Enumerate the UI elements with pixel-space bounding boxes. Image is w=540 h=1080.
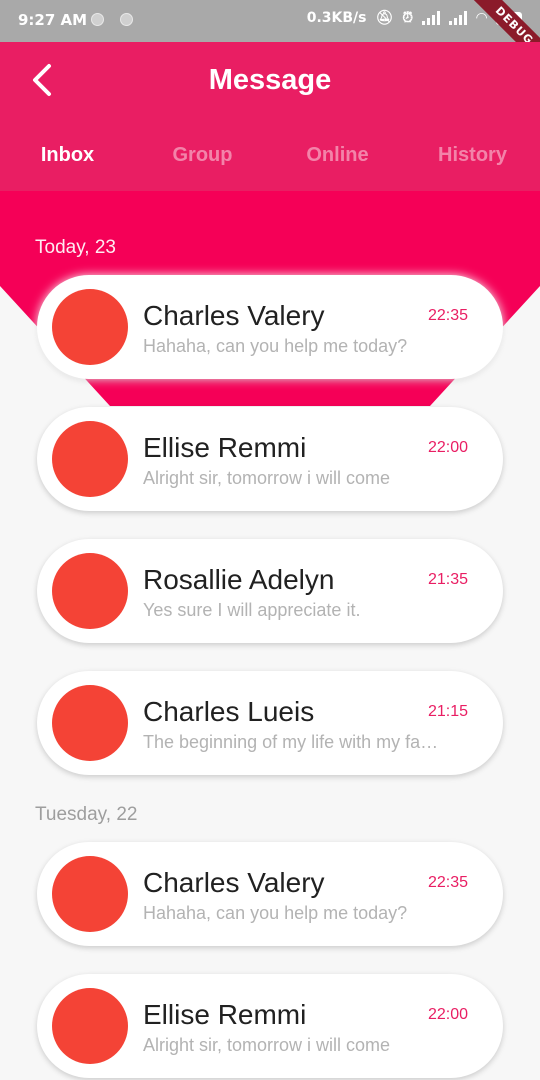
message-time: 22:00 [427,439,468,456]
tab-bar: Inbox Group Online History [0,122,540,191]
avatar [52,553,128,629]
app-bar: Message [0,42,540,122]
message-time: 22:00 [427,1006,468,1023]
contact-name: Charles Valery [143,300,325,331]
page-title: Message [208,64,332,96]
contact-name: Ellise Remmi [143,432,307,463]
tab-inbox[interactable]: Inbox [0,122,135,191]
mute-icon: 🔕︎ [375,10,394,26]
section-label: Today, 23 [35,237,116,258]
signal-icon [422,11,441,25]
avatar [52,421,128,497]
message-item[interactable]: Charles Lueis The beginning of my life w… [37,671,503,775]
contact-name: Charles Lueis [143,696,315,727]
notification-dot-icon [91,13,104,26]
message-time: 21:15 [427,703,468,720]
message-item[interactable]: Charles Valery Hahaha, can you help me t… [37,275,503,379]
message-time: 22:35 [427,307,468,324]
message-item[interactable]: Ellise Remmi Alright sir, tomorrow i wil… [37,407,503,511]
contact-name: Rosallie Adelyn [143,564,335,595]
tab-history[interactable]: History [405,122,540,191]
signal-icon [449,11,468,25]
message-preview: Yes sure I will appreciate it. [143,600,361,620]
message-item[interactable]: Rosallie Adelyn Yes sure I will apprecia… [37,539,503,643]
section-label: Tuesday, 22 [35,804,138,825]
avatar [52,289,128,365]
alarm-icon: ⏰︎ [402,10,414,26]
message-preview: The beginning of my life with my family [143,732,448,752]
contact-name: Charles Valery [143,867,325,898]
message-time: 22:35 [427,874,468,891]
message-preview: Hahaha, can you help me today? [143,336,408,356]
status-bar: 9:27 AM 0.3KB/s 🔕︎ ⏰︎ ◠ 40 DEBUG [0,0,540,76]
status-time: 9:27 AM [18,11,88,29]
message-item[interactable]: Charles Valery Hahaha, can you help me t… [37,842,503,946]
tab-online[interactable]: Online [270,122,405,191]
avatar [52,685,128,761]
message-preview: Alright sir, tomorrow i will come [143,1035,391,1055]
notification-dot-icon [120,13,133,26]
message-item[interactable]: Ellise Remmi Alright sir, tomorrow i wil… [37,974,503,1078]
tab-group[interactable]: Group [135,122,270,191]
message-preview: Alright sir, tomorrow i will come [143,468,391,488]
avatar [52,856,128,932]
message-time: 21:35 [427,571,468,588]
contact-name: Ellise Remmi [143,999,307,1030]
message-preview: Hahaha, can you help me today? [143,903,408,923]
network-speed: 0.3KB/s [306,10,367,26]
avatar [52,988,128,1064]
